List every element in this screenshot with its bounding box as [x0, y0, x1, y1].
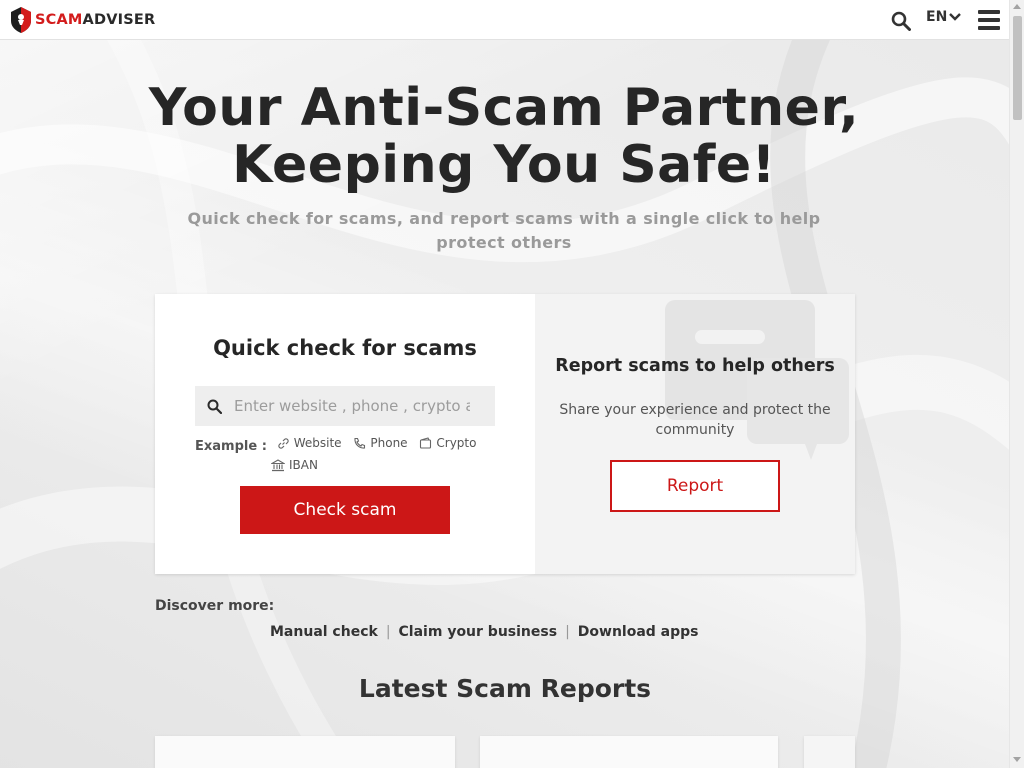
search-icon [891, 11, 911, 31]
check-scam-button[interactable]: Check scam [240, 486, 450, 534]
search-examples: Example : Website Phone Crypto IBAN [195, 434, 495, 478]
example-iban-label: IBAN [289, 458, 318, 472]
example-website[interactable]: Website [277, 434, 342, 453]
claim-business-link[interactable]: Claim your business [399, 624, 558, 640]
action-cards: Quick check for scams Example : Website [155, 294, 855, 574]
top-navigation-bar: SCAMADVISER EN [0, 0, 1009, 40]
report-title: Report scams to help others [555, 356, 835, 376]
report-card[interactable] [480, 736, 778, 768]
example-phone-label: Phone [370, 436, 408, 450]
bank-icon [271, 459, 285, 472]
example-phone[interactable]: Phone [353, 434, 408, 453]
report-card[interactable] [804, 736, 855, 768]
report-card[interactable] [155, 736, 455, 768]
quick-check-title: Quick check for scams [213, 336, 477, 360]
link-separator: | [385, 624, 391, 640]
shield-logo-icon [11, 7, 31, 33]
download-apps-link[interactable]: Download apps [578, 624, 699, 640]
hero-title-line-1: Your Anti-Scam Partner, [148, 78, 860, 138]
logo-text: SCAMADVISER [35, 12, 155, 28]
language-selector[interactable]: EN [926, 9, 962, 25]
menu-bar [978, 18, 1000, 22]
menu-bar [978, 10, 1000, 14]
discover-more-label: Discover more: [155, 598, 275, 614]
example-iban[interactable]: IBAN [271, 456, 318, 475]
manual-check-link[interactable]: Manual check [270, 624, 378, 640]
hero-subtitle: Quick check for scams, and report scams … [187, 209, 821, 252]
page-scrollbar[interactable] [1009, 0, 1024, 768]
menu-bar [978, 26, 1000, 30]
chevron-down-icon [949, 13, 962, 21]
quick-check-card: Quick check for scams Example : Website [155, 294, 535, 574]
link-icon [278, 438, 289, 449]
scamadviser-logo[interactable]: SCAMADVISER [11, 6, 155, 34]
hamburger-menu-button[interactable] [978, 10, 1000, 30]
hero-title: Your Anti-Scam Partner, Keeping You Safe… [100, 80, 908, 194]
logo-text-scam: SCAM [35, 12, 83, 28]
chat-bubble-illustration-icon [665, 300, 849, 460]
language-code: EN [926, 9, 948, 25]
example-crypto[interactable]: Crypto [419, 434, 476, 453]
header-search-button[interactable] [891, 11, 911, 31]
hero-title-line-2: Keeping You Safe! [232, 135, 776, 195]
example-label: Example : [195, 439, 267, 454]
report-button[interactable]: Report [610, 460, 780, 512]
link-separator: | [565, 624, 570, 640]
wallet-icon [420, 437, 432, 449]
scroll-down-arrow-icon[interactable] [1013, 757, 1021, 762]
scroll-up-arrow-icon[interactable] [1013, 4, 1021, 9]
scam-search-input[interactable] [234, 397, 470, 415]
example-crypto-label: Crypto [436, 436, 477, 450]
logo-text-adviser: ADVISER [82, 12, 156, 28]
search-icon [207, 399, 222, 414]
discover-links: Manual check | Claim your business | Dow… [270, 624, 699, 640]
scam-search-box[interactable] [195, 386, 495, 426]
report-scam-card: Report scams to help others Share your e… [535, 294, 855, 574]
latest-reports-title: Latest Scam Reports [358, 674, 652, 703]
report-subtitle: Share your experience and protect the co… [559, 402, 831, 438]
example-website-label: Website [293, 436, 342, 450]
scrollbar-thumb[interactable] [1013, 16, 1022, 120]
phone-icon [354, 437, 366, 449]
